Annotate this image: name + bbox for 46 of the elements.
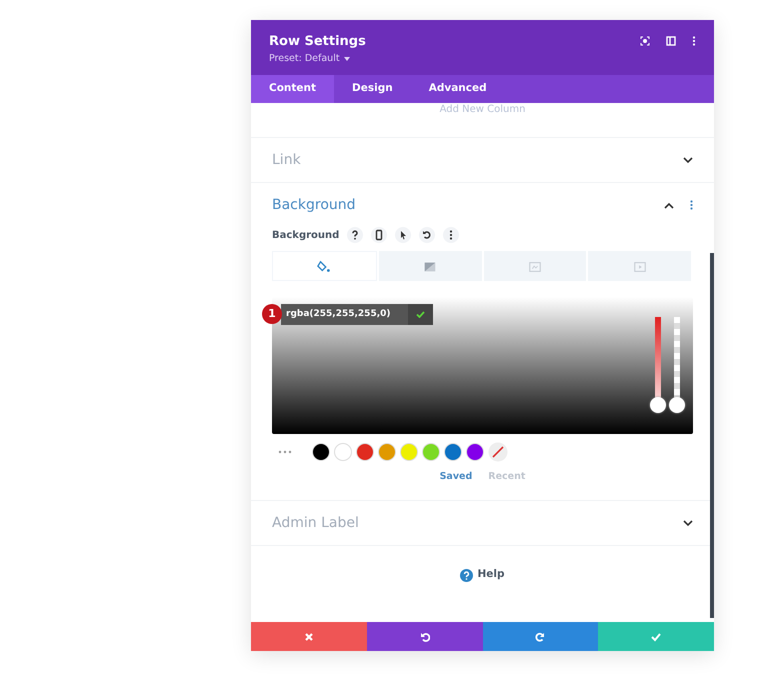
redo-icon bbox=[535, 632, 546, 642]
preset-label[interactable]: Preset: Default bbox=[269, 52, 340, 66]
tab[interactable]: Content bbox=[251, 75, 334, 103]
image-icon bbox=[528, 260, 542, 274]
video-icon bbox=[632, 260, 647, 274]
reset-icon[interactable] bbox=[419, 227, 436, 243]
chevron-icon[interactable] bbox=[664, 202, 674, 208]
field-label: Background bbox=[272, 228, 340, 242]
check-icon bbox=[651, 632, 662, 642]
no-color-swatch[interactable] bbox=[488, 442, 508, 462]
color-swatch[interactable] bbox=[378, 443, 396, 461]
opacity-slider[interactable] bbox=[669, 317, 685, 413]
color-swatch[interactable] bbox=[422, 443, 440, 461]
check-icon bbox=[416, 311, 425, 318]
chevron-icon[interactable] bbox=[683, 156, 693, 164]
palette-tab[interactable]: Saved bbox=[436, 470, 476, 484]
help-icon[interactable] bbox=[347, 227, 364, 243]
color-swatch[interactable] bbox=[356, 443, 374, 461]
undo-icon bbox=[420, 632, 430, 642]
more-icon[interactable] bbox=[443, 227, 460, 243]
tab[interactable]: Design bbox=[334, 75, 411, 103]
chevron-icon[interactable] bbox=[683, 520, 693, 527]
color-swatch[interactable] bbox=[400, 443, 418, 461]
section-title[interactable]: Background bbox=[272, 194, 356, 216]
caret-icon[interactable] bbox=[344, 56, 350, 61]
color-swatch[interactable] bbox=[312, 443, 330, 461]
tab[interactable]: Advanced bbox=[410, 75, 505, 103]
gradient-icon bbox=[423, 260, 438, 274]
color-swatch[interactable] bbox=[466, 443, 484, 461]
cursor-icon[interactable] bbox=[395, 227, 412, 243]
more-icon[interactable] bbox=[692, 36, 696, 46]
color-value-field[interactable]: rgba(255,255,255,0) bbox=[281, 304, 408, 325]
sidebar-icon[interactable] bbox=[666, 36, 676, 46]
more-colors-icon[interactable] bbox=[278, 450, 292, 454]
color-swatch[interactable] bbox=[444, 443, 462, 461]
paint-bucket-icon bbox=[317, 260, 332, 274]
focus-icon[interactable] bbox=[640, 36, 650, 46]
panel-title: Row Settings bbox=[269, 33, 366, 51]
confirm-button[interactable] bbox=[408, 304, 433, 325]
help-icon bbox=[460, 568, 474, 582]
hue-slider[interactable] bbox=[650, 317, 666, 413]
close-icon bbox=[304, 632, 314, 642]
phone-icon[interactable] bbox=[371, 227, 388, 243]
step-badge: 1 bbox=[262, 304, 282, 324]
color-swatch[interactable] bbox=[334, 443, 352, 461]
help-link[interactable]: Help bbox=[477, 567, 505, 584]
